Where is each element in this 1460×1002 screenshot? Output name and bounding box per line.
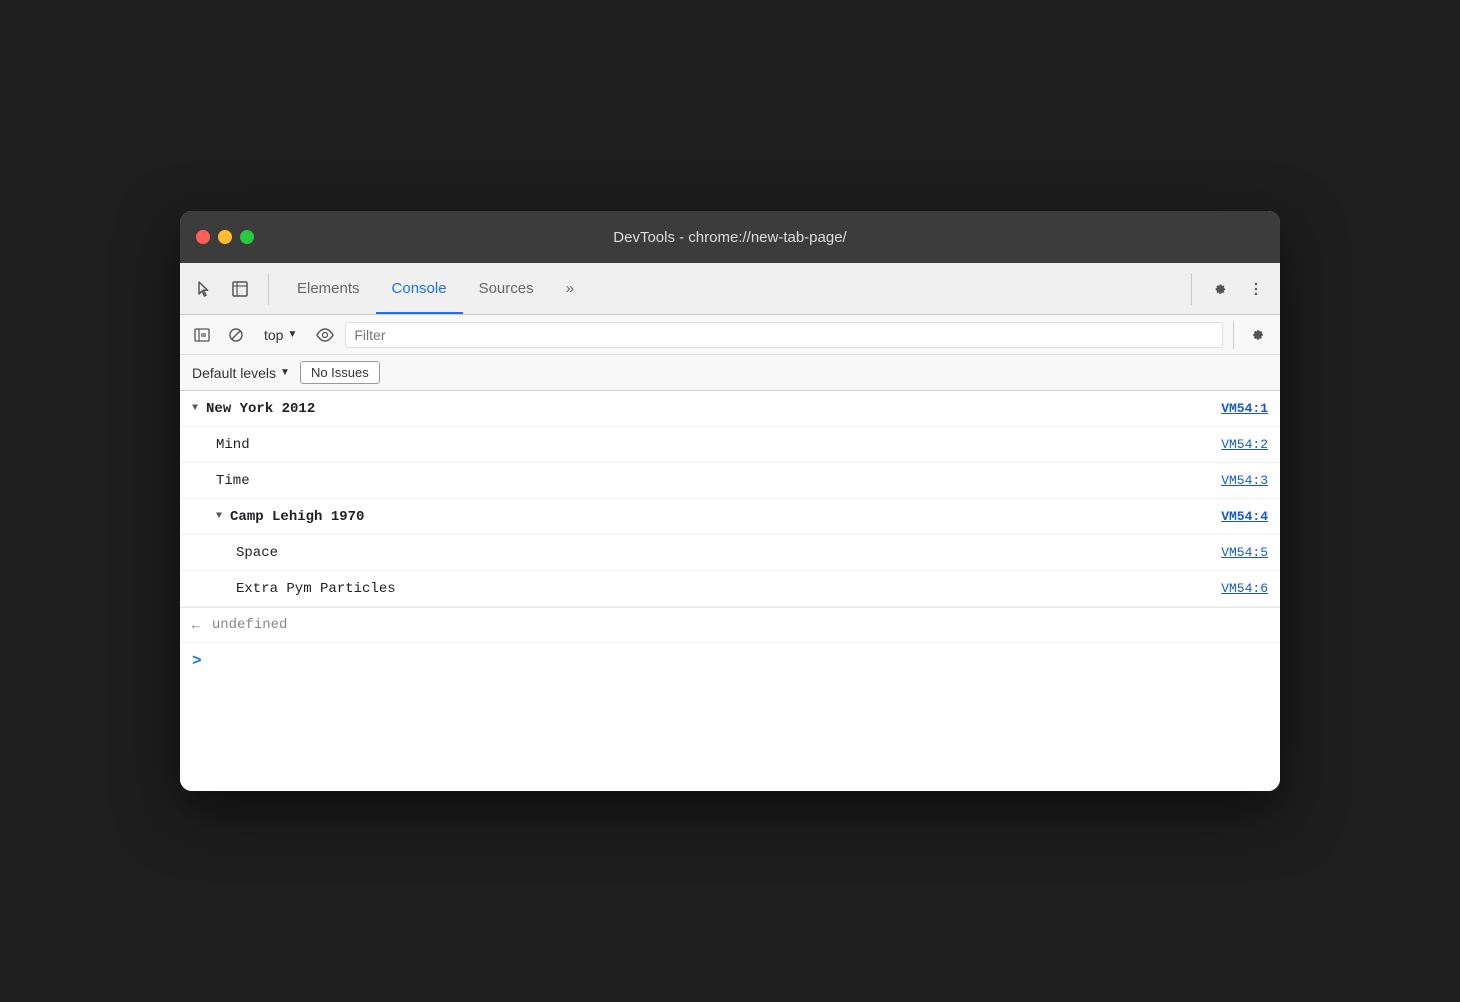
traffic-lights bbox=[196, 230, 254, 244]
default-levels-label: Default levels bbox=[192, 365, 276, 381]
row-link-new-york[interactable]: VM54:1 bbox=[1221, 401, 1268, 416]
prompt-chevron-icon: > bbox=[192, 652, 202, 670]
clear-console-button[interactable] bbox=[222, 321, 250, 349]
row-link-space[interactable]: VM54:5 bbox=[1221, 545, 1268, 560]
close-button[interactable] bbox=[196, 230, 210, 244]
row-text-pym: Extra Pym Particles bbox=[236, 581, 396, 597]
console-row-pym: Extra Pym Particles VM54:6 bbox=[180, 571, 1280, 607]
tab-elements[interactable]: Elements bbox=[281, 263, 376, 314]
row-link-time[interactable]: VM54:3 bbox=[1221, 473, 1268, 488]
default-levels-arrow: ▼ bbox=[280, 367, 290, 378]
row-text-camp-lehigh: Camp Lehigh 1970 bbox=[230, 509, 364, 525]
row-left-new-york: ▼ New York 2012 bbox=[192, 401, 315, 417]
row-left-mind: Mind bbox=[216, 437, 250, 453]
row-left-camp-lehigh: ▼ Camp Lehigh 1970 bbox=[216, 509, 364, 525]
filter-input[interactable] bbox=[345, 322, 1223, 348]
window-title: DevTools - chrome://new-tab-page/ bbox=[613, 229, 846, 246]
eye-icon bbox=[316, 328, 334, 342]
inspect-icon bbox=[231, 280, 249, 298]
console-toolbar: top ▼ bbox=[180, 315, 1280, 355]
row-link-pym[interactable]: VM54:6 bbox=[1221, 581, 1268, 596]
maximize-button[interactable] bbox=[240, 230, 254, 244]
context-selector[interactable]: top ▼ bbox=[256, 324, 305, 346]
row-link-camp-lehigh[interactable]: VM54:4 bbox=[1221, 509, 1268, 524]
devtools-toolbar: Elements Console Sources » bbox=[180, 263, 1280, 315]
separator bbox=[1233, 321, 1234, 349]
sidebar-icon bbox=[194, 327, 210, 343]
tab-more[interactable]: » bbox=[550, 263, 590, 314]
settings-button[interactable] bbox=[1204, 273, 1236, 305]
console-row-new-york: ▼ New York 2012 VM54:1 bbox=[180, 391, 1280, 427]
devtools-window: DevTools - chrome://new-tab-page/ Ele bbox=[180, 211, 1280, 791]
collapse-triangle-new-york[interactable]: ▼ bbox=[192, 403, 198, 414]
console-row-camp-lehigh: ▼ Camp Lehigh 1970 VM54:4 bbox=[180, 499, 1280, 535]
no-issues-button[interactable]: No Issues bbox=[300, 361, 380, 384]
default-levels-button[interactable]: Default levels ▼ bbox=[192, 365, 290, 381]
console-output: ▼ New York 2012 VM54:1 Mind VM54:2 Time … bbox=[180, 391, 1280, 791]
minimize-button[interactable] bbox=[218, 230, 232, 244]
console-row-mind: Mind VM54:2 bbox=[180, 427, 1280, 463]
live-expressions-button[interactable] bbox=[311, 321, 339, 349]
tab-sources[interactable]: Sources bbox=[463, 263, 550, 314]
collapse-triangle-camp-lehigh[interactable]: ▼ bbox=[216, 511, 222, 522]
row-link-mind[interactable]: VM54:2 bbox=[1221, 437, 1268, 452]
more-options-icon bbox=[1247, 280, 1265, 298]
row-left-time: Time bbox=[216, 473, 250, 489]
toolbar-right bbox=[1191, 273, 1272, 305]
console-prompt-row: > bbox=[180, 643, 1280, 679]
row-text-time: Time bbox=[216, 473, 250, 489]
gear-icon bbox=[1212, 281, 1228, 297]
cursor-icon bbox=[195, 280, 213, 298]
tab-console[interactable]: Console bbox=[376, 263, 463, 314]
more-options-button[interactable] bbox=[1240, 273, 1272, 305]
inspect-icon-button[interactable] bbox=[224, 273, 256, 305]
console-row-undefined: ← undefined bbox=[180, 607, 1280, 643]
console-settings-button[interactable] bbox=[1244, 321, 1272, 349]
row-text-new-york: New York 2012 bbox=[206, 401, 315, 417]
gear-icon-small bbox=[1250, 327, 1266, 343]
block-icon bbox=[228, 327, 244, 343]
cursor-icon-button[interactable] bbox=[188, 273, 220, 305]
title-bar: DevTools - chrome://new-tab-page/ bbox=[180, 211, 1280, 263]
row-text-mind: Mind bbox=[216, 437, 250, 453]
console-row-time: Time VM54:3 bbox=[180, 463, 1280, 499]
return-arrow-icon: ← bbox=[192, 618, 200, 633]
tabs-container: Elements Console Sources » bbox=[281, 263, 1191, 314]
undefined-text: undefined bbox=[212, 617, 288, 633]
row-left-space: Space bbox=[236, 545, 278, 561]
chevron-down-icon: ▼ bbox=[287, 329, 297, 340]
context-label: top bbox=[264, 327, 283, 343]
row-left-pym: Extra Pym Particles bbox=[236, 581, 396, 597]
console-toolbar-2: Default levels ▼ No Issues bbox=[180, 355, 1280, 391]
row-text-space: Space bbox=[236, 545, 278, 561]
toolbar-icons bbox=[188, 273, 269, 305]
console-row-space: Space VM54:5 bbox=[180, 535, 1280, 571]
sidebar-toggle-button[interactable] bbox=[188, 321, 216, 349]
